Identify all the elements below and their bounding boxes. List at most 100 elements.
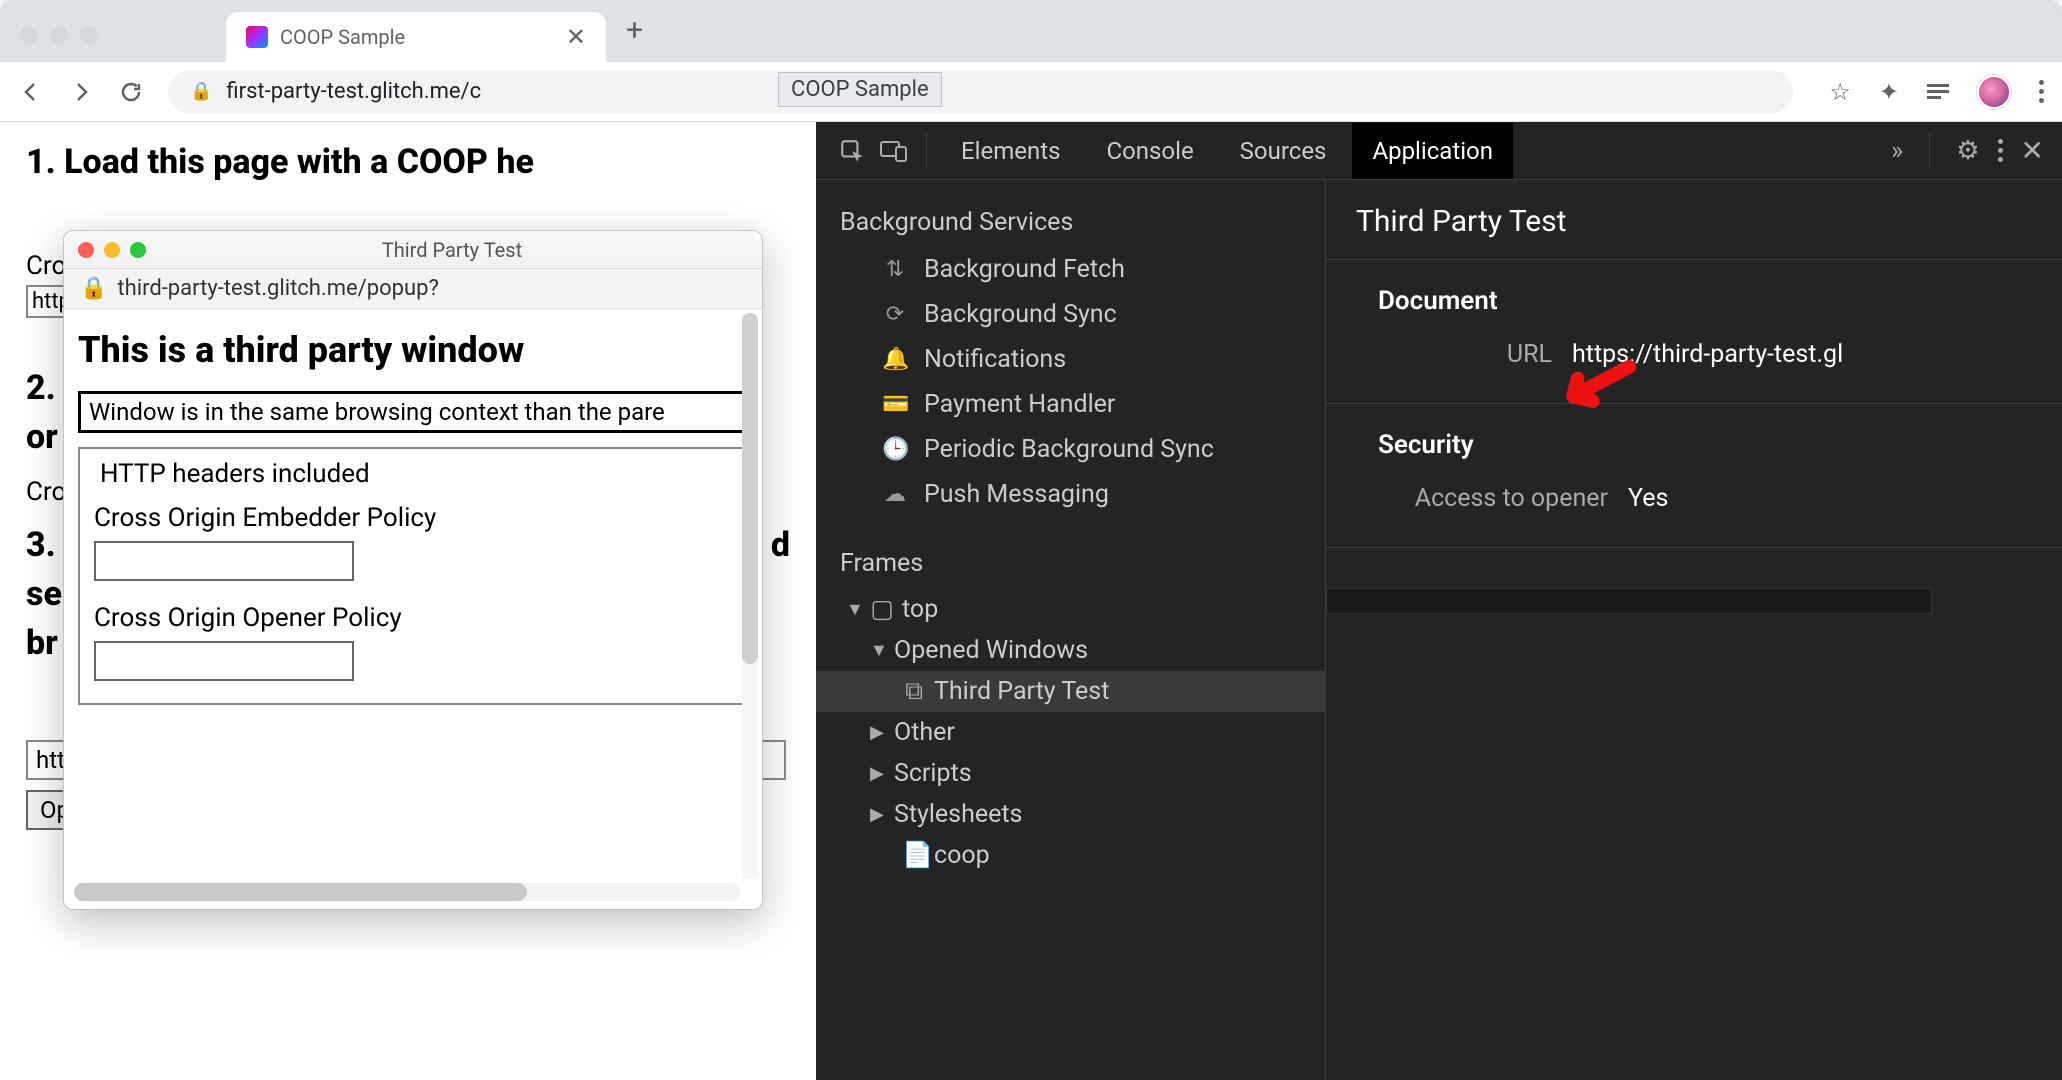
fieldset-legend: HTTP headers included [94,459,376,489]
popup-minimize-btn[interactable] [104,242,120,258]
popup-titlebar[interactable]: Third Party Test [64,231,762,269]
tab-elements[interactable]: Elements [941,123,1080,179]
frame-scripts[interactable]: ▶Scripts [816,753,1325,794]
coop-label: Cross Origin Opener Policy [94,603,732,633]
tab-strip: COOP Sample ✕ + [0,0,2062,62]
panel-security: Security Access to opener Yes [1326,404,2062,548]
row-access-to-opener: Access to opener Yes [1326,476,2062,521]
address-bar[interactable]: 🔒 first-party-test.glitch.me/c COOP Samp… [168,70,1793,114]
reading-list-icon[interactable] [1927,84,1949,99]
device-toggle-icon[interactable] [876,133,912,169]
popup-title: Third Party Test [156,238,748,262]
kebab-menu-icon[interactable] [2039,80,2044,103]
coop-input[interactable] [94,641,354,681]
item-background-sync[interactable]: ⟳Background Sync [816,292,1325,337]
tab-application[interactable]: Application [1352,123,1513,179]
item-periodic-sync[interactable]: 🕒Periodic Background Sync [816,427,1325,472]
toolbar: 🔒 first-party-test.glitch.me/c COOP Samp… [0,62,2062,122]
frame-opened-windows[interactable]: ▼Opened Windows [816,630,1325,671]
clock-icon: 🕒 [882,437,908,462]
bookmark-star-icon[interactable]: ☆ [1829,78,1851,106]
chevron-right-icon: ▶ [870,763,886,784]
frame-other[interactable]: ▶Other [816,712,1325,753]
browser-chrome: COOP Sample ✕ + 🔒 first-party-test.glitc… [0,0,2062,122]
frame-icon: ▢ [870,594,894,624]
opener-value: Yes [1628,484,1668,513]
chevron-down-icon: ▼ [870,640,886,661]
popup-status-text: Window is in the same browsing context t… [78,391,748,433]
inspect-icon[interactable] [834,133,870,169]
popup-window: Third Party Test 🔒 third-party-test.glit… [63,230,763,910]
section-frames: Frames [816,535,1325,588]
popup-url-bar[interactable]: 🔒 third-party-test.glitch.me/popup? [64,269,762,309]
new-tab-button[interactable]: + [626,13,643,48]
lock-icon: 🔒 [80,276,107,301]
maximize-window-btn[interactable] [80,26,98,44]
empty-bar [1326,588,1932,614]
popup-url: third-party-test.glitch.me/popup? [117,276,438,301]
coep-label: Cross Origin Embedder Policy [94,503,732,533]
fetch-icon: ⇅ [882,257,908,282]
http-headers-fieldset: HTTP headers included Cross Origin Embed… [78,447,748,705]
lock-icon: 🔒 [190,81,212,102]
opener-label: Access to opener [1378,484,1608,513]
chevron-right-icon: ▶ [870,804,886,825]
frame-stylesheets[interactable]: ▶Stylesheets [816,794,1325,835]
section-background-services: Background Services [816,194,1325,247]
frame-coop[interactable]: 📄coop [816,835,1325,876]
close-window-btn[interactable] [20,26,38,44]
toolbar-right: ☆ ✦ [1829,75,2044,109]
favicon-icon [246,26,268,48]
frame-top[interactable]: ▼▢top [816,588,1325,630]
more-tabs-icon[interactable]: » [1891,136,1903,166]
page-heading-1: 1. Load this page with a COOP he [26,142,790,183]
title-tooltip: COOP Sample [778,72,942,107]
panel-title-security: Security [1326,422,2062,476]
coep-input[interactable] [94,541,354,581]
devtools-sidebar: Background Services ⇅Background Fetch ⟳B… [816,180,1326,1080]
devtools-menu-icon[interactable] [1998,139,2003,162]
tab-title: COOP Sample [280,25,554,49]
tab-console[interactable]: Console [1086,123,1213,179]
vertical-scrollbar[interactable] [742,313,758,879]
sync-icon: ⟳ [882,302,908,327]
forward-button[interactable] [68,79,94,105]
extensions-icon[interactable]: ✦ [1879,78,1899,106]
popup-close-btn[interactable] [78,242,94,258]
chevron-right-icon: ▶ [870,722,886,743]
settings-gear-icon[interactable]: ⚙ [1956,136,1979,166]
item-background-fetch[interactable]: ⇅Background Fetch [816,247,1325,292]
item-push-messaging[interactable]: ☁Push Messaging [816,472,1325,517]
window-icon: ⧉ [902,677,926,706]
panel-title-document: Document [1326,278,2062,332]
minimize-window-btn[interactable] [50,26,68,44]
panel-document: Document URL https://third-party-test.gl [1326,260,2062,404]
popup-heading: This is a third party window [78,329,752,371]
devtools: Elements Console Sources Application » ⚙… [816,122,2062,1080]
row-url: URL https://third-party-test.gl [1326,332,2062,377]
close-tab-icon[interactable]: ✕ [566,23,586,51]
url-text: first-party-test.glitch.me/c [226,79,481,104]
tab-sources[interactable]: Sources [1220,123,1347,179]
reload-button[interactable] [118,79,144,105]
frame-third-party-test[interactable]: ⧉Third Party Test [816,671,1325,712]
file-icon: 📄 [902,841,926,870]
browser-tab[interactable]: COOP Sample ✕ [226,12,606,62]
devtools-body: Background Services ⇅Background Fetch ⟳B… [816,180,2062,1080]
card-icon: 💳 [882,392,908,417]
bell-icon: 🔔 [882,347,908,372]
main-title: Third Party Test [1326,184,2062,260]
cloud-icon: ☁ [882,482,908,507]
url-label: URL [1378,340,1552,369]
profile-avatar[interactable] [1977,75,2011,109]
chevron-down-icon: ▼ [846,599,862,620]
window-controls [20,26,98,44]
popup-maximize-btn[interactable] [130,242,146,258]
item-payment-handler[interactable]: 💳Payment Handler [816,382,1325,427]
close-devtools-icon[interactable]: ✕ [2021,134,2044,167]
url-value: https://third-party-test.gl [1572,340,1843,369]
back-button[interactable] [18,79,44,105]
horizontal-scrollbar[interactable] [74,883,740,901]
popup-body: This is a third party window Window is i… [64,309,762,909]
item-notifications[interactable]: 🔔Notifications [816,337,1325,382]
